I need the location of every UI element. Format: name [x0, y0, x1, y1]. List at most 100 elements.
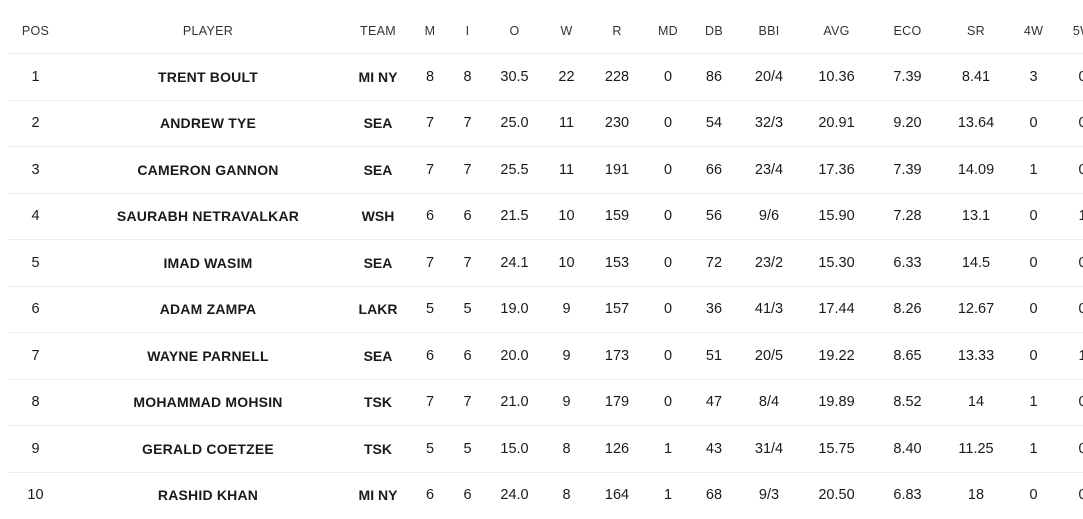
cell-team: SEA [353, 332, 403, 380]
cell-team: MI NY [353, 53, 403, 101]
cell-dot-balls: 54 [684, 100, 744, 147]
cell-5-wickets: 0 [1051, 379, 1083, 426]
cell-economy: 7.39 [879, 53, 936, 101]
cell-matches: 7 [403, 379, 457, 426]
cell-maidens: 0 [652, 193, 684, 240]
cell-strike-rate: 12.67 [936, 286, 1016, 333]
column-header-overs[interactable]: O [478, 8, 551, 54]
cell-innings: 7 [457, 379, 478, 426]
cell-bbi: 23/4 [744, 146, 794, 194]
table-row: 4 SAURABH NETRAVALKAR WSH 6 6 21.5 10 15… [8, 193, 1083, 240]
cell-matches: 5 [403, 286, 457, 333]
cell-wickets: 22 [551, 53, 582, 101]
cell-4-wickets: 0 [1029, 487, 1038, 504]
cell-runs: 159 [582, 193, 652, 240]
cell-wickets: 8 [551, 425, 582, 473]
cell-economy: 7.28 [879, 193, 936, 240]
cell-player[interactable]: IMAD WASIM [63, 239, 353, 287]
column-header-maidens[interactable]: MD [652, 8, 684, 54]
cell-average: 20.91 [794, 100, 879, 147]
cell-average: 20.50 [818, 487, 855, 504]
cell-economy: 6.83 [893, 487, 922, 504]
cell-matches: 6 [425, 487, 435, 504]
column-header-bbi[interactable]: BBI [744, 8, 794, 54]
column-header-innings[interactable]: I [457, 8, 478, 54]
cell-average: 17.36 [794, 146, 879, 194]
cell-5-wickets: 0 [1051, 146, 1083, 194]
bowling-stats-table-container: POS PLAYER TEAM M I O W R MD DB BBI AVG … [8, 8, 1083, 518]
column-header-player[interactable]: PLAYER [63, 8, 353, 54]
cell-runs: 191 [582, 146, 652, 194]
cell-player[interactable]: GERALD COETZEE [63, 425, 353, 473]
column-header-team[interactable]: TEAM [353, 8, 403, 54]
cell-pos: 5 [8, 239, 63, 287]
cell-player[interactable]: CAMERON GANNON [63, 146, 353, 194]
cell-maidens: 1 [652, 425, 684, 473]
column-header-strike-rate[interactable]: SR [936, 8, 1016, 54]
cell-dot-balls: 66 [684, 146, 744, 194]
cell-player[interactable]: ADAM ZAMPA [63, 286, 353, 333]
cell-maidens: 0 [652, 332, 684, 380]
cell-wickets: 10 [551, 239, 582, 287]
cell-maidens: 0 [652, 100, 684, 147]
cell-4-wickets: 3 [1016, 53, 1051, 101]
cell-overs: 21.0 [478, 379, 551, 426]
cell-4-wickets: 0 [1016, 332, 1051, 380]
cell-team: MI NY [358, 487, 398, 504]
cell-pos: 7 [8, 332, 63, 380]
cell-bbi: 8/4 [744, 379, 794, 426]
cell-maidens: 0 [652, 146, 684, 194]
cell-bbi: 31/4 [744, 425, 794, 473]
cell-pos: 3 [8, 146, 63, 194]
cell-matches: 5 [403, 425, 457, 473]
cell-player[interactable]: MOHAMMAD MOHSIN [63, 379, 353, 426]
table-row: 1 TRENT BOULT MI NY 8 8 30.5 22 228 0 86… [8, 53, 1083, 101]
column-header-wickets[interactable]: W [551, 8, 582, 54]
cell-economy: 6.33 [879, 239, 936, 287]
cell-overs: 15.0 [478, 425, 551, 473]
column-header-dot-balls[interactable]: DB [684, 8, 744, 54]
cell-strike-rate: 14.09 [936, 146, 1016, 194]
table-row: 3 CAMERON GANNON SEA 7 7 25.5 11 191 0 6… [8, 146, 1083, 194]
cell-pos: 6 [8, 286, 63, 333]
cell-4-wickets: 1 [1016, 425, 1051, 473]
cell-matches: 6 [403, 193, 457, 240]
table-row: 5 IMAD WASIM SEA 7 7 24.1 10 153 0 72 23… [8, 239, 1083, 287]
cell-pos: 8 [8, 379, 63, 426]
cell-strike-rate: 13.33 [936, 332, 1016, 380]
table-row: 6 ADAM ZAMPA LAKR 5 5 19.0 9 157 0 36 41… [8, 286, 1083, 333]
column-header-4-wickets[interactable]: 4W [1016, 8, 1051, 54]
cell-player[interactable]: TRENT BOULT [63, 53, 353, 101]
column-header-5-wickets[interactable]: 5W [1051, 8, 1083, 54]
table-row: 9 GERALD COETZEE TSK 5 5 15.0 8 126 1 43… [8, 425, 1083, 473]
cell-matches: 6 [403, 332, 457, 380]
cell-5-wickets: 1 [1051, 193, 1083, 240]
column-header-runs[interactable]: R [582, 8, 652, 54]
cell-player[interactable]: WAYNE PARNELL [63, 332, 353, 380]
cell-bbi: 20/4 [744, 53, 794, 101]
cell-wickets: 9 [551, 379, 582, 426]
cell-economy: 8.52 [879, 379, 936, 426]
column-header-average[interactable]: AVG [794, 8, 879, 54]
cell-team: TSK [353, 379, 403, 426]
cell-strike-rate: 8.41 [936, 53, 1016, 101]
cell-wickets: 11 [551, 100, 582, 147]
cell-player[interactable]: RASHID KHAN [63, 472, 353, 518]
cell-wickets: 9 [551, 286, 582, 333]
cell-innings: 7 [457, 239, 478, 287]
cell-runs: 230 [582, 100, 652, 147]
cell-innings: 5 [457, 425, 478, 473]
cell-innings: 6 [457, 332, 478, 380]
column-header-economy[interactable]: ECO [879, 8, 936, 54]
cell-player[interactable]: SAURABH NETRAVALKAR [63, 193, 353, 240]
cell-player[interactable]: ANDREW TYE [63, 100, 353, 147]
cell-5-wickets: 0 [1051, 239, 1083, 287]
bowling-stats-table: POS PLAYER TEAM M I O W R MD DB BBI AVG … [8, 8, 1083, 518]
cell-overs: 24.1 [478, 239, 551, 287]
cell-dot-balls: 56 [684, 193, 744, 240]
cell-matches: 8 [403, 53, 457, 101]
column-header-matches[interactable]: M [403, 8, 457, 54]
cell-economy: 8.26 [879, 286, 936, 333]
cell-maidens: 0 [652, 379, 684, 426]
column-header-pos[interactable]: POS [8, 8, 63, 54]
